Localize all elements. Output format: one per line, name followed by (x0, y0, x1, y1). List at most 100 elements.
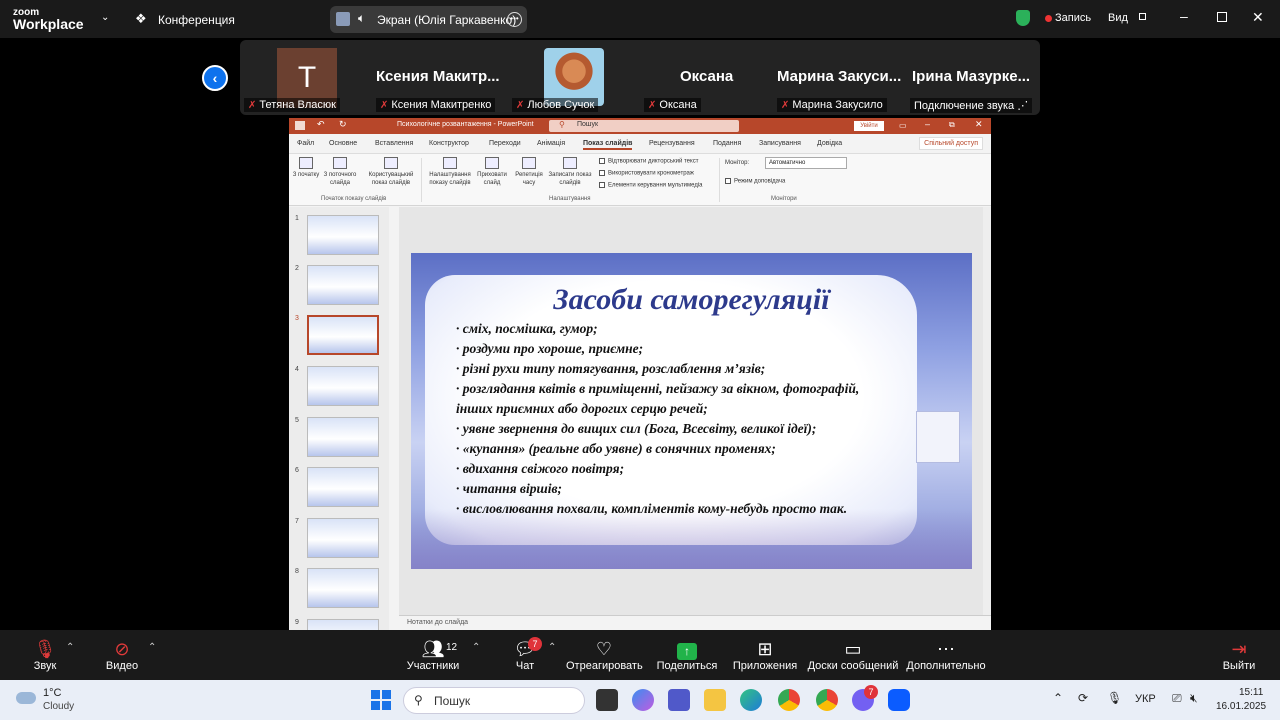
weather-label[interactable]: Cloudy (43, 701, 74, 712)
tab-animations[interactable]: Анімація (537, 140, 565, 147)
undo-icon[interactable]: ↶ (317, 119, 325, 130)
narration-checkbox[interactable]: Відтворювати дикторський текст (599, 158, 698, 165)
taskbar-search-input[interactable]: Пошук (403, 687, 585, 714)
leave-button[interactable]: ⇥ Выйти (1222, 638, 1256, 672)
from-start-label: З початку (292, 172, 320, 178)
slide-thumbnail[interactable] (307, 619, 379, 630)
more-icon[interactable]: ••• (507, 12, 522, 27)
chevron-up-icon[interactable]: ⌃ (472, 642, 480, 653)
volume-muted-icon[interactable]: 🔇︎ (1190, 691, 1198, 706)
close-icon[interactable]: ✕ (975, 119, 983, 130)
video-button[interactable]: ⊘ Видео (104, 638, 140, 672)
custom-show-button[interactable]: Користувацький показ слайдів (365, 157, 417, 187)
taskbar-search-placeholder: Пошук (434, 694, 471, 708)
participant-tile[interactable]: Оксана ✗ Оксана (642, 40, 774, 115)
copilot-icon[interactable] (632, 689, 654, 711)
timings-checkbox[interactable]: Використовувати кронометраж (599, 170, 694, 177)
share-button[interactable]: Спільний доступ (919, 137, 983, 150)
tab-record[interactable]: Записування (759, 140, 801, 147)
teams-icon[interactable] (668, 689, 690, 711)
ppt-search-input[interactable]: Пошук (549, 120, 739, 132)
participant-tile[interactable]: ✗ Любов Сучок (508, 40, 640, 115)
windows-start-icon[interactable] (371, 690, 391, 710)
vertical-scrollbar[interactable] (983, 207, 991, 615)
share-screen-button[interactable]: ↑ Поделиться (656, 638, 718, 672)
slide-thumbnail[interactable] (307, 265, 379, 305)
slide-thumbnail[interactable] (307, 215, 379, 255)
mic-off-icon: ✗ (248, 100, 257, 111)
participant-tile[interactable]: T ✗ Тетяна Власюк (240, 40, 372, 115)
clock-time[interactable]: 15:11 (1239, 687, 1263, 698)
apps-button[interactable]: ⊞ Приложения (732, 638, 798, 672)
tab-slide-show[interactable]: Показ слайдів (583, 140, 633, 150)
tab-file[interactable]: Файл (297, 140, 314, 147)
slide-thumbnail[interactable] (307, 568, 379, 608)
slide-thumbnail[interactable] (307, 518, 379, 558)
minimize-icon[interactable]: – (925, 119, 930, 129)
tab-view[interactable]: Подання (713, 140, 741, 147)
tab-insert[interactable]: Вставлення (375, 140, 413, 147)
shield-icon[interactable] (1016, 10, 1030, 26)
chevron-up-icon[interactable]: ⌃ (148, 642, 156, 653)
setup-show-button[interactable]: Налаштування показу слайдів (425, 157, 475, 187)
chevron-left-icon[interactable]: ‹ (202, 65, 228, 91)
rehearse-button[interactable]: Репетиція часу (513, 157, 545, 187)
audio-button[interactable]: 🎙︎ Звук (28, 638, 62, 672)
screen-share-pill[interactable]: 🔈︎ Экран (Юлія Гаркавенко) ••• (330, 6, 527, 33)
chevron-up-icon[interactable]: ⌃ (66, 642, 74, 653)
slide-thumbnail[interactable] (307, 417, 379, 457)
hide-slide-button[interactable]: Приховати слайд (475, 157, 509, 187)
tab-design[interactable]: Конструктор (429, 140, 469, 147)
monitor-select[interactable]: Автоматично (765, 157, 847, 169)
minimize-icon[interactable]: – (1180, 8, 1188, 24)
participant-tile[interactable]: Марина Закуси... ✗ Марина Закусило (776, 40, 908, 115)
participant-tile[interactable]: Ірина Мазурке... Подключение звука ⋰ (910, 40, 1040, 115)
language-indicator[interactable]: УКР (1135, 693, 1156, 705)
slide-thumbnail[interactable] (307, 467, 379, 507)
chat-badge: 7 (528, 637, 542, 651)
whiteboards-button[interactable]: ▭ Доски сообщений (806, 638, 900, 672)
conference-label[interactable]: Конференция (158, 13, 235, 27)
record-show-button[interactable]: Записати показ слайдів (547, 157, 593, 187)
react-button[interactable]: ♡ Отреагировать (566, 638, 643, 672)
clock-date[interactable]: 16.01.2025 (1216, 701, 1266, 712)
save-icon[interactable] (295, 121, 305, 130)
signin-button[interactable]: Увійти (854, 121, 884, 131)
tab-review[interactable]: Рецензування (649, 140, 695, 147)
participant-name: Оксана (659, 99, 697, 111)
sync-icon[interactable]: ⟳ (1078, 691, 1088, 705)
task-view-icon[interactable] (596, 689, 618, 711)
tab-transitions[interactable]: Переходи (489, 140, 521, 147)
chevron-up-icon[interactable]: ⌃ (548, 642, 556, 653)
redo-icon[interactable]: ↻ (339, 119, 347, 130)
zoom-taskbar-icon[interactable] (888, 689, 910, 711)
view-grid-icon[interactable] (1139, 13, 1146, 20)
from-start-button[interactable]: З початку (291, 157, 321, 179)
maximize-icon[interactable] (1217, 12, 1227, 22)
temperature[interactable]: 1°C (43, 687, 61, 699)
edge-icon[interactable] (740, 689, 762, 711)
chevron-up-icon[interactable]: ⌃ (1053, 691, 1063, 705)
ribbon-display-icon[interactable]: ▭ (899, 121, 907, 130)
notes-pane[interactable]: Нотатки до слайда (399, 615, 991, 630)
chrome-profile-icon[interactable] (816, 689, 838, 711)
slide-thumbnail[interactable] (307, 366, 379, 406)
restore-icon[interactable]: ⧉ (949, 120, 955, 130)
chevron-down-icon[interactable]: ⌄ (101, 12, 109, 23)
close-icon[interactable]: ✕ (1252, 9, 1264, 26)
tab-home[interactable]: Основне (329, 140, 357, 147)
from-current-button[interactable]: З поточного слайда (321, 157, 359, 187)
presenter-view-checkbox[interactable]: Режим доповідача (725, 178, 785, 185)
slide-thumbnail-selected[interactable] (307, 315, 379, 355)
tab-help[interactable]: Довідка (817, 140, 842, 147)
file-explorer-icon[interactable] (704, 689, 726, 711)
view-button[interactable]: Вид (1108, 12, 1128, 24)
more-button[interactable]: ⋯ Дополнительно (906, 638, 986, 672)
microphone-icon[interactable]: 🎙︎ (1107, 691, 1122, 705)
record-label[interactable]: Запись (1055, 12, 1091, 24)
participant-tile[interactable]: Ксения Макитр... ✗ Ксения Макитренко (374, 40, 506, 115)
apps-icon: ⊞ (757, 639, 773, 659)
chrome-icon[interactable] (778, 689, 800, 711)
media-controls-checkbox[interactable]: Елементи керування мультимедіа (599, 182, 703, 189)
network-icon[interactable]: ⎚ (1172, 691, 1182, 706)
